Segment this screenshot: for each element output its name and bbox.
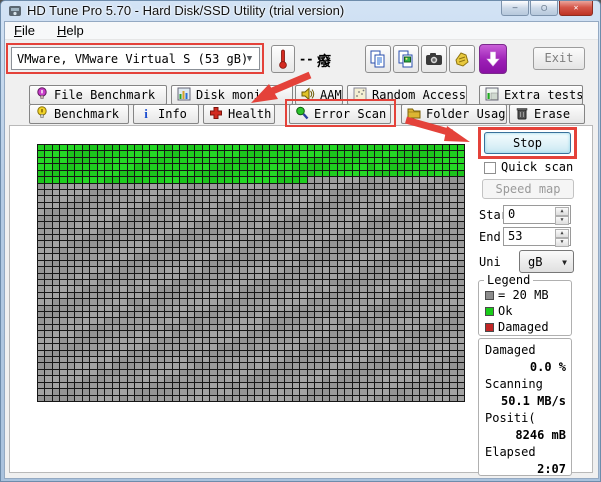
red-cross-icon bbox=[209, 106, 223, 123]
legend-item: = 20 MB bbox=[485, 287, 567, 303]
legend-swatch bbox=[485, 323, 494, 332]
tab-label: Extra tests bbox=[504, 88, 583, 102]
drive-select-value: VMware, VMware Virtual S (53 gB) bbox=[17, 52, 248, 66]
tab-label: AAM bbox=[320, 88, 342, 102]
tab-folder-usage[interactable]: Folder Usage bbox=[401, 104, 507, 124]
close-button[interactable]: ✕ bbox=[559, 1, 593, 16]
screenshot-button[interactable] bbox=[421, 45, 447, 73]
app-icon bbox=[8, 4, 22, 18]
tab-file-benchmark[interactable]: File Benchmark bbox=[29, 85, 167, 105]
legend-swatch bbox=[485, 291, 494, 300]
legend-box: Legend = 20 MBOkDamaged bbox=[478, 280, 572, 336]
tab-label: Random Access bbox=[372, 88, 466, 102]
legend-swatch bbox=[485, 307, 494, 316]
exit-button[interactable]: Exit bbox=[533, 47, 585, 70]
svg-text:i: i bbox=[144, 106, 148, 120]
tab-random-access[interactable]: Random Access bbox=[347, 85, 467, 105]
stat-label: Elapsed bbox=[483, 445, 569, 462]
copy-text-icon bbox=[369, 50, 387, 68]
stat-value: 2:07 bbox=[483, 462, 569, 479]
legend-title: Legend bbox=[484, 273, 533, 287]
stat-value: 50.1 MB/s bbox=[483, 394, 569, 411]
legend-item: Damaged bbox=[485, 319, 567, 335]
temperature-value: -- bbox=[299, 52, 313, 66]
tab-label: Health bbox=[228, 107, 271, 121]
tab-extra-tests[interactable]: Extra tests bbox=[479, 85, 583, 105]
unit-value: gB bbox=[528, 255, 542, 269]
tab-label: Erase bbox=[534, 107, 570, 121]
lamp-purple-icon bbox=[35, 87, 49, 104]
window-title: HD Tune Pro 5.70 - Hard Disk/SSD Utility… bbox=[27, 3, 344, 18]
tab-label: Benchmark bbox=[54, 107, 119, 121]
magnifier-icon bbox=[295, 106, 309, 123]
tab-label: Folder Usage bbox=[426, 107, 507, 121]
start-value: 0 bbox=[508, 207, 515, 221]
speaker-icon bbox=[301, 87, 315, 104]
info-icon: i bbox=[139, 106, 153, 123]
bar-chart-icon bbox=[177, 87, 191, 104]
menu-bar: File Help bbox=[5, 22, 598, 40]
stop-button[interactable]: Stop bbox=[484, 132, 571, 154]
tab-label: Disk monit bbox=[196, 88, 268, 102]
unit-dropdown[interactable]: gB ▼ bbox=[519, 250, 574, 273]
screenshot-camera-icon bbox=[425, 52, 443, 66]
minimize-button[interactable]: — bbox=[501, 1, 529, 16]
app-window: HD Tune Pro 5.70 - Hard Disk/SSD Utility… bbox=[0, 0, 601, 482]
tab-erase[interactable]: Erase bbox=[509, 104, 585, 124]
menu-help[interactable]: Help bbox=[57, 23, 84, 38]
legend-label: Ok bbox=[498, 304, 512, 318]
unit-label: Uni bbox=[479, 255, 509, 269]
stat-label: Scanning bbox=[483, 377, 569, 394]
title-bar: HD Tune Pro 5.70 - Hard Disk/SSD Utility… bbox=[1, 1, 600, 21]
chevron-down-icon: ▼ bbox=[242, 51, 257, 67]
scatter-icon bbox=[353, 87, 367, 104]
chart-green-icon bbox=[485, 87, 499, 104]
legend-item: Ok bbox=[485, 303, 567, 319]
copy-image-button[interactable] bbox=[393, 45, 419, 73]
thermometer-icon bbox=[277, 49, 289, 69]
speed-map-button[interactable]: Speed map bbox=[482, 179, 574, 199]
start-spinner[interactable]: ▲▼ bbox=[555, 207, 569, 222]
scan-stats-box: Damaged0.0 %Scanning50.1 MB/sPositi(8246… bbox=[478, 338, 572, 476]
tab-error-scan[interactable]: Error Scan bbox=[289, 104, 391, 124]
end-spinner[interactable]: ▲▼ bbox=[555, 229, 569, 244]
tab-label: Error Scan bbox=[314, 107, 386, 121]
trash-icon bbox=[515, 106, 529, 123]
drive-select-dropdown[interactable]: VMware, VMware Virtual S (53 gB) ▼ bbox=[11, 47, 260, 70]
quick-scan-label: Quick scan bbox=[501, 160, 573, 174]
tab-health[interactable]: Health bbox=[203, 104, 275, 124]
end-value: 53 bbox=[508, 229, 522, 243]
folder-icon bbox=[407, 106, 421, 123]
stat-label: Damaged bbox=[483, 343, 569, 360]
copy-image-icon bbox=[397, 50, 415, 68]
legend-label: = 20 MB bbox=[498, 288, 549, 302]
temperature-unit: 癈 bbox=[317, 51, 331, 71]
save-results-button[interactable] bbox=[449, 45, 475, 73]
start-input[interactable]: 0 ▲▼ bbox=[503, 205, 571, 224]
end-input[interactable]: 53 ▲▼ bbox=[503, 227, 571, 246]
save-gold-icon bbox=[453, 50, 471, 68]
chevron-down-icon: ▼ bbox=[562, 258, 567, 267]
stat-value: 8246 mB bbox=[483, 428, 569, 445]
tab-label: Info bbox=[158, 107, 187, 121]
tab-benchmark[interactable]: Benchmark bbox=[29, 104, 129, 124]
stat-value: 0.0 % bbox=[483, 360, 569, 377]
scan-grid bbox=[37, 144, 465, 402]
lamp-yellow-icon bbox=[35, 106, 49, 123]
legend-label: Damaged bbox=[498, 320, 549, 334]
download-button[interactable] bbox=[479, 44, 507, 74]
download-arrow-icon bbox=[486, 51, 500, 67]
menu-file[interactable]: File bbox=[14, 23, 35, 38]
tab-aam[interactable]: AAM bbox=[295, 85, 343, 105]
copy-text-button[interactable] bbox=[365, 45, 391, 73]
tab-disk-monit[interactable]: Disk monit bbox=[171, 85, 293, 105]
stat-label: Positi( bbox=[483, 411, 569, 428]
quick-scan-checkbox[interactable] bbox=[484, 162, 496, 174]
tab-info[interactable]: i Info bbox=[133, 104, 199, 124]
tab-label: File Benchmark bbox=[54, 88, 155, 102]
temperature-button[interactable] bbox=[271, 45, 295, 73]
maximize-button[interactable]: ▢ bbox=[530, 1, 558, 16]
